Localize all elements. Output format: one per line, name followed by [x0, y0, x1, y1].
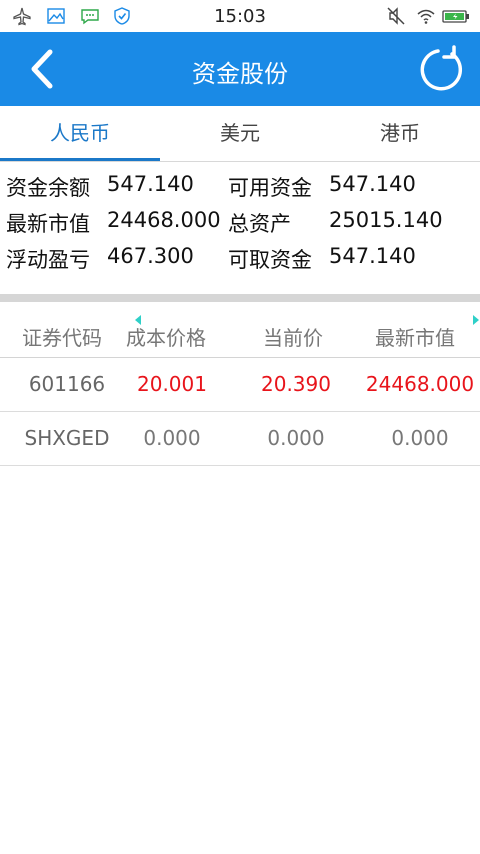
cell-current-price: 20.390 — [261, 372, 331, 396]
wifi-icon — [417, 9, 435, 24]
page-title: 资金股份 — [192, 60, 288, 88]
total-assets-value: 25015.140 — [329, 208, 443, 232]
market-value-label: 最新市值 — [6, 212, 90, 236]
header-market-value: 最新市值 — [375, 326, 455, 350]
total-assets-label: 总资产 — [228, 212, 291, 236]
status-time: 15:03 — [214, 6, 266, 27]
market-value-value: 24468.000 — [107, 208, 221, 232]
header-security-code: 证券代码 — [22, 326, 102, 350]
available-funds-label: 可用资金 — [228, 176, 312, 200]
table-row[interactable]: SHXGED 0.000 0.000 0.000 — [0, 412, 480, 466]
tab-usd[interactable]: 美元 — [160, 106, 320, 162]
battery-icon — [442, 10, 469, 23]
balance-label: 资金余额 — [6, 176, 90, 200]
status-bar: 15:03 — [0, 0, 480, 32]
tab-hkd[interactable]: 港币 — [320, 106, 480, 162]
cell-cost-price: 20.001 — [137, 372, 207, 396]
active-tab-indicator — [0, 158, 160, 161]
holdings-table-header[interactable]: 证券代码 成本价格 当前价 最新市值 — [0, 312, 480, 358]
header-cost-price: 成本价格 — [126, 326, 206, 350]
currency-tabs: 人民币 美元 港币 — [0, 106, 480, 162]
balance-value: 547.140 — [107, 172, 194, 196]
available-funds-value: 547.140 — [329, 172, 416, 196]
table-row[interactable]: 601166 20.001 20.390 24468.000 — [0, 358, 480, 412]
withdrawable-funds-label: 可取资金 — [228, 248, 312, 272]
scroll-right-hint-icon — [473, 315, 479, 325]
account-summary: 资金余额 547.140 可用资金 547.140 最新市值 24468.000… — [0, 166, 480, 292]
mute-icon — [387, 7, 405, 25]
withdrawable-funds-value: 547.140 — [329, 244, 416, 268]
cell-market-value: 0.000 — [391, 426, 449, 450]
cell-cost-price: 0.000 — [143, 426, 201, 450]
scroll-left-hint-icon — [135, 315, 141, 325]
section-divider — [0, 294, 480, 302]
tab-rmb[interactable]: 人民币 — [0, 106, 160, 162]
floating-pnl-value: 467.300 — [107, 244, 194, 268]
cell-market-value: 24468.000 — [365, 372, 475, 396]
floating-pnl-label: 浮动盈亏 — [6, 248, 90, 272]
app-bar: 资金股份 — [0, 32, 480, 106]
cell-current-price: 0.000 — [267, 426, 325, 450]
refresh-icon[interactable] — [414, 44, 466, 96]
header-current-price: 当前价 — [263, 326, 323, 350]
